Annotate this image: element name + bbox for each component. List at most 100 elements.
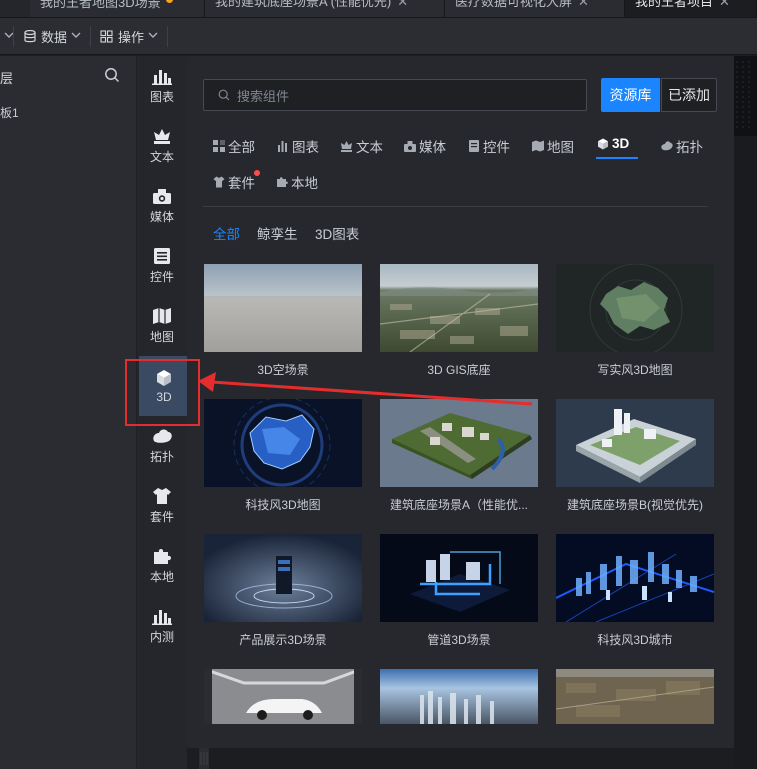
rail-label: 套件	[149, 510, 174, 524]
category-topology[interactable]: 拓扑	[660, 136, 703, 156]
category-3d[interactable]: 3D	[597, 136, 629, 151]
operations-menu-label: 操作	[118, 30, 145, 45]
text-crown-icon	[341, 141, 352, 152]
toolbar-overflow-chevron[interactable]	[0, 18, 19, 55]
category-kits[interactable]: 套件	[213, 170, 260, 192]
category-all[interactable]: 全部	[213, 136, 255, 156]
tab-map-3d-scene[interactable]: 我的王者地图3D场景	[30, 0, 205, 17]
rail-label: 地图	[149, 330, 174, 344]
category-label: 媒体	[419, 140, 446, 155]
widget-list-icon	[469, 140, 479, 152]
search-icon[interactable]	[104, 67, 120, 86]
toolbar-divider	[167, 26, 168, 47]
kit-shirt-icon	[213, 176, 225, 188]
rail-label: 内测	[149, 630, 174, 644]
building-scene-a-thumbnail	[380, 399, 538, 487]
category-charts[interactable]: 图表	[277, 136, 319, 156]
layer-list-item[interactable]: 板1	[0, 104, 19, 121]
category-maps[interactable]: 地图	[532, 136, 574, 156]
layers-panel: 层 板1	[0, 56, 137, 769]
component-card-label: 写实风3D地图	[597, 363, 673, 377]
tab-label: 我的建筑底座场景A (性能优先)	[215, 0, 392, 9]
search-icon	[218, 89, 230, 101]
added-components-button[interactable]: 已添加	[661, 78, 717, 112]
data-menu-button[interactable]: 数据	[24, 18, 86, 55]
operations-menu-button[interactable]: 操作	[100, 18, 163, 55]
product-showcase-thumbnail	[204, 534, 362, 622]
category-media[interactable]: 媒体	[404, 136, 446, 156]
rail-item-local[interactable]: 本地	[137, 536, 187, 596]
text-crown-icon	[154, 129, 170, 144]
component-card[interactable]: 写实风3D地图	[556, 264, 714, 377]
rail-item-maps[interactable]: 地图	[137, 296, 187, 356]
category-controls[interactable]: 控件	[468, 136, 510, 156]
component-card[interactable]: 科技风3D地图	[204, 399, 362, 512]
pipeline-3d-thumbnail	[380, 534, 538, 622]
category-label: 拓扑	[676, 140, 703, 155]
component-card[interactable]	[556, 669, 714, 724]
category-text[interactable]: 文本	[340, 136, 383, 156]
component-card[interactable]: 建筑底座场景B(视觉优先)	[556, 399, 714, 512]
subcategory-whale-twin[interactable]: 鲸孪生	[257, 223, 298, 243]
grid-all-icon	[213, 140, 225, 152]
tab-label: 我的王者项目	[635, 0, 714, 9]
component-card-label: 建筑底座场景A（性能优...	[389, 498, 528, 512]
tab-label: 我的王者地图3D场景	[40, 0, 161, 10]
component-card[interactable]: 建筑底座场景A（性能优...	[380, 399, 538, 512]
component-card[interactable]: 产品展示3D场景	[204, 534, 362, 647]
panel-scrollbar[interactable]	[197, 748, 211, 769]
city-skyline-thumbnail	[380, 669, 538, 724]
subcategory-3d-charts[interactable]: 3D图表	[315, 223, 359, 243]
rail-item-charts[interactable]: 图表	[137, 56, 187, 116]
category-label: 图表	[292, 140, 319, 155]
car-showroom-thumbnail	[204, 669, 362, 724]
media-camera-icon	[153, 189, 171, 204]
map-icon	[532, 140, 544, 152]
subcategory-all[interactable]: 全部	[213, 223, 240, 243]
chevron-down-icon	[4, 30, 19, 43]
tab-building-scene-a[interactable]: 我的建筑底座场景A (性能优先) ✕	[205, 0, 445, 17]
tab-medical-dashboard[interactable]: 医疗数据可视化大屏 ✕	[445, 0, 625, 17]
resource-library-button[interactable]: 资源库	[601, 78, 660, 112]
component-card[interactable]: 3D GIS底座	[380, 264, 538, 377]
new-badge-dot	[254, 170, 260, 176]
search-placeholder: 搜索组件	[237, 88, 290, 104]
kit-shirt-icon	[153, 488, 171, 504]
cube-icon	[598, 138, 608, 149]
data-menu-label: 数据	[41, 30, 68, 45]
database-icon	[24, 30, 36, 43]
rail-label: 媒体	[149, 210, 174, 224]
rail-label: 控件	[149, 270, 174, 284]
widget-list-icon	[154, 248, 170, 264]
gis-base-thumbnail	[380, 264, 538, 352]
component-card[interactable]: 3D空场景	[204, 264, 362, 377]
component-card[interactable]: 管道3D场景	[380, 534, 538, 647]
close-icon[interactable]: ✕	[719, 0, 730, 9]
map-icon	[153, 308, 171, 324]
annotation-highlight-box	[125, 359, 200, 426]
rail-item-kits[interactable]: 套件	[137, 476, 187, 536]
rail-label: 本地	[149, 570, 174, 584]
rail-item-text[interactable]: 文本	[137, 116, 187, 176]
rail-item-beta[interactable]: 内测	[137, 596, 187, 656]
rail-item-controls[interactable]: 控件	[137, 236, 187, 296]
category-label: 控件	[483, 140, 510, 155]
category-label: 套件	[228, 176, 255, 191]
component-card[interactable]: 科技风3D城市	[556, 534, 714, 647]
component-search-input[interactable]: 搜索组件	[203, 79, 587, 111]
close-icon[interactable]: ✕	[397, 0, 408, 9]
component-card[interactable]	[204, 669, 362, 724]
puzzle-icon	[277, 177, 288, 187]
rail-item-media[interactable]: 媒体	[137, 176, 187, 236]
tab-my-project[interactable]: 我的王者项目 ✕	[625, 0, 757, 17]
rail-label: 文本	[149, 150, 174, 164]
close-icon[interactable]: ✕	[578, 0, 589, 9]
beta-chart-icon	[152, 610, 172, 625]
rail-label: 图表	[149, 90, 174, 104]
toolbar-divider	[13, 26, 14, 47]
category-label: 3D	[612, 136, 630, 151]
component-card[interactable]	[380, 669, 538, 724]
media-camera-icon	[404, 141, 416, 152]
tech-3d-city-thumbnail	[556, 534, 714, 622]
category-local[interactable]: 本地	[276, 172, 318, 192]
